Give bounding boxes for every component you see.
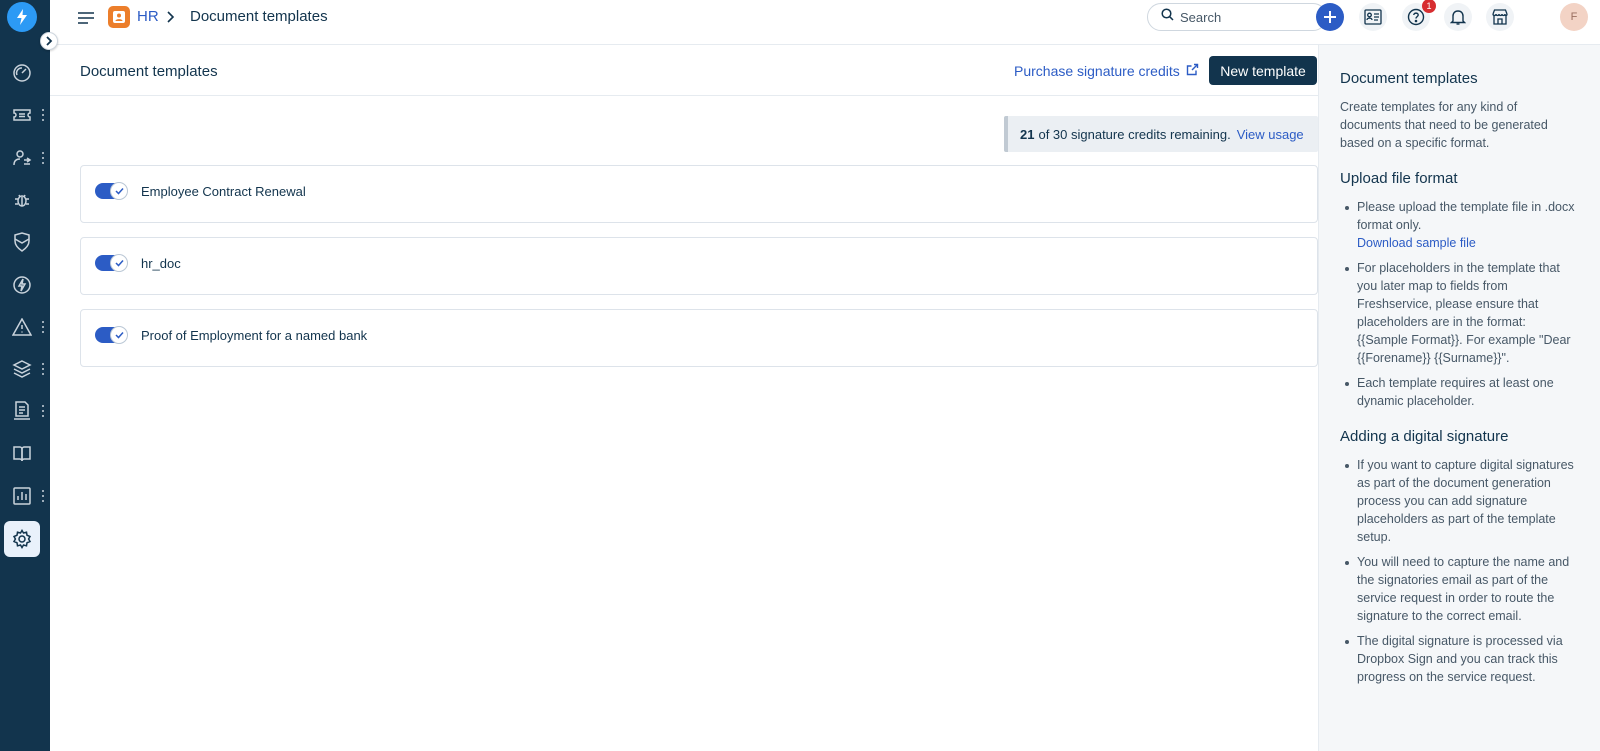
shield-icon[interactable] [6, 226, 38, 258]
list-item: Please upload the template file in .docx… [1340, 198, 1579, 252]
purchase-credits-link[interactable]: Purchase signature credits [1014, 63, 1199, 79]
side-panel-intro: Create templates for any kind of documen… [1340, 100, 1548, 150]
upload-format-list: Please upload the template file in .docx… [1340, 198, 1579, 410]
list-item: The digital signature is processed via D… [1340, 632, 1579, 686]
alert-more-icon[interactable] [41, 321, 45, 333]
list-item-text: Please upload the template file in .docx… [1357, 200, 1575, 232]
template-toggle[interactable] [95, 326, 128, 344]
template-card[interactable]: Employee Contract Renewal [80, 165, 1318, 223]
bug-icon[interactable] [6, 184, 38, 216]
bell-icon[interactable] [1444, 3, 1472, 31]
template-toggle[interactable] [95, 254, 128, 272]
list-item: If you want to capture digital signature… [1340, 456, 1579, 546]
purchase-credits-label: Purchase signature credits [1014, 63, 1180, 79]
store-icon[interactable] [1486, 3, 1514, 31]
tickets-more-icon[interactable] [41, 109, 45, 121]
credits-count: 21 [1020, 126, 1035, 142]
template-card[interactable]: Proof of Employment for a named bank [80, 309, 1318, 367]
search-box[interactable] [1147, 3, 1327, 31]
expand-nav-button[interactable] [40, 32, 58, 50]
digital-signature-list: If you want to capture digital signature… [1340, 456, 1579, 686]
template-toggle[interactable] [95, 182, 128, 200]
top-header: HR Document templates 1 F [50, 0, 1600, 45]
download-sample-link[interactable]: Download sample file [1357, 234, 1579, 252]
template-name[interactable]: hr_doc [141, 256, 181, 271]
app-logo-icon[interactable] [7, 2, 37, 32]
help-notification-badge: 1 [1422, 0, 1436, 13]
signature-credits-banner: 21 of 30 signature credits remaining. Vi… [1004, 116, 1318, 152]
help-icon[interactable]: 1 [1402, 0, 1436, 31]
template-name[interactable]: Employee Contract Renewal [141, 184, 306, 199]
list-item: Each template requires at least one dyna… [1340, 374, 1579, 410]
list-item: You will need to capture the name and th… [1340, 553, 1579, 625]
main-content: Document templates Purchase signature cr… [50, 45, 1318, 751]
chevron-right-icon [165, 10, 177, 24]
menu-icon[interactable] [77, 9, 95, 27]
lightning-icon[interactable] [6, 269, 38, 301]
left-nav [0, 0, 58, 751]
page-title: Document templates [80, 63, 218, 80]
breadcrumb-module-link[interactable]: HR [137, 8, 159, 25]
settings-icon[interactable] [4, 521, 40, 557]
user-swap-icon[interactable] [6, 142, 38, 174]
check-icon [110, 326, 128, 344]
template-card[interactable]: hr_doc [80, 237, 1318, 295]
book-icon[interactable] [6, 438, 38, 470]
reports-icon[interactable] [6, 480, 38, 512]
layers-icon[interactable] [6, 353, 38, 385]
page-header: Document templates Purchase signature cr… [50, 45, 1318, 96]
layers-more-icon[interactable] [41, 363, 45, 375]
dashboard-icon[interactable] [6, 57, 38, 89]
new-template-button[interactable]: New template [1209, 56, 1317, 85]
user-swap-more-icon[interactable] [41, 152, 45, 164]
search-input[interactable] [1180, 9, 1310, 25]
list-item: For placeholders in the template that yo… [1340, 259, 1579, 367]
document-icon[interactable] [6, 395, 38, 427]
digital-signature-heading: Adding a digital signature [1340, 428, 1509, 445]
breadcrumb-current: Document templates [190, 8, 328, 25]
document-more-icon[interactable] [41, 405, 45, 417]
side-panel-title: Document templates [1340, 70, 1478, 87]
check-icon [110, 254, 128, 272]
help-side-panel: Document templates Create templates for … [1318, 45, 1600, 751]
tickets-icon[interactable] [6, 99, 38, 131]
external-link-icon [1186, 63, 1199, 79]
search-icon [1161, 8, 1174, 26]
contacts-icon[interactable] [1359, 3, 1387, 31]
plus-icon[interactable] [1316, 3, 1344, 31]
template-name[interactable]: Proof of Employment for a named bank [141, 328, 367, 343]
alert-icon[interactable] [6, 311, 38, 343]
reports-more-icon[interactable] [41, 490, 45, 502]
check-icon [110, 182, 128, 200]
view-usage-link[interactable]: View usage [1237, 127, 1304, 142]
avatar[interactable]: F [1560, 3, 1588, 31]
credits-text: of 30 signature credits remaining. [1038, 126, 1231, 142]
hr-badge-icon [108, 6, 130, 28]
upload-format-heading: Upload file format [1340, 170, 1458, 187]
